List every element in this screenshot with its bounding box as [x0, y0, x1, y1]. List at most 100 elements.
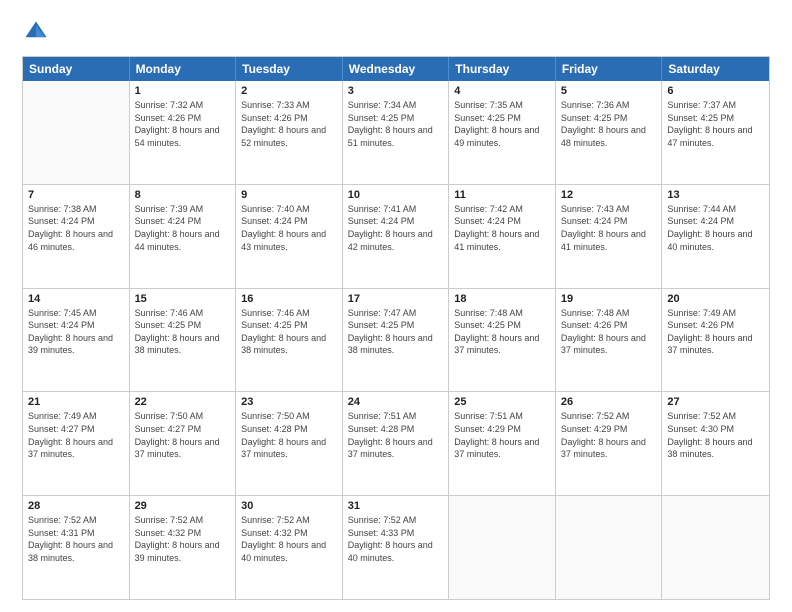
day-number: 13: [667, 189, 764, 201]
header-day-tuesday: Tuesday: [236, 57, 343, 81]
day-info: Sunrise: 7:47 AMSunset: 4:25 PMDaylight:…: [348, 307, 444, 357]
day-info: Sunrise: 7:39 AMSunset: 4:24 PMDaylight:…: [135, 203, 231, 253]
day-cell-18: 18 Sunrise: 7:48 AMSunset: 4:25 PMDayligh…: [449, 289, 556, 392]
day-cell-5: 5 Sunrise: 7:36 AMSunset: 4:25 PMDaylight…: [556, 81, 663, 184]
day-number: 29: [135, 500, 231, 512]
day-cell-21: 21Sunrise: 7:49 AMSunset: 4:27 PMDayligh…: [23, 392, 130, 495]
calendar-row-0: 1Sunrise: 7:32 AMSunset: 4:26 PMDaylight…: [23, 81, 769, 184]
day-info: Sunrise: 7:37 AMSunset: 4:25 PMDaylight:…: [667, 99, 764, 149]
day-number: 12: [561, 189, 657, 201]
calendar-row-2: 14Sunrise: 7:45 AMSunset: 4:24 PMDayligh…: [23, 288, 769, 392]
logo: [22, 18, 54, 46]
day-info: Sunrise: 7:52 AMSunset: 4:31 PMDaylight:…: [28, 514, 124, 564]
day-number: 4: [454, 85, 550, 97]
calendar-row-1: 7Sunrise: 7:38 AMSunset: 4:24 PMDaylight…: [23, 184, 769, 288]
day-number: 5: [561, 85, 657, 97]
day-number: 11: [454, 189, 550, 201]
day-info: Sunrise: 7:51 AMSunset: 4:28 PMDaylight:…: [348, 410, 444, 460]
day-number: 21: [28, 396, 124, 408]
day-info: Sunrise: 7:49 AMSunset: 4:26 PMDaylight:…: [667, 307, 764, 357]
day-number: 24: [348, 396, 444, 408]
day-info: Sunrise: 7:48 AMSunset: 4:26 PMDaylight:…: [561, 307, 657, 357]
day-cell-20: 20 Sunrise: 7:49 AMSunset: 4:26 PMDayligh…: [662, 289, 769, 392]
empty-cell: [449, 496, 556, 599]
day-cell-1: 1Sunrise: 7:32 AMSunset: 4:26 PMDaylight…: [130, 81, 237, 184]
calendar: SundayMondayTuesdayWednesdayThursdayFrid…: [22, 56, 770, 600]
empty-cell: [23, 81, 130, 184]
day-number: 15: [135, 293, 231, 305]
day-cell-3: 3Sunrise: 7:34 AMSunset: 4:25 PMDaylight…: [343, 81, 450, 184]
calendar-row-4: 28 Sunrise: 7:52 AMSunset: 4:31 PMDayligh…: [23, 495, 769, 599]
day-number: 19: [561, 293, 657, 305]
day-info: Sunrise: 7:52 AMSunset: 4:33 PMDaylight:…: [348, 514, 444, 564]
day-info: Sunrise: 7:43 AMSunset: 4:24 PMDaylight:…: [561, 203, 657, 253]
day-number: 10: [348, 189, 444, 201]
day-cell-13: 13Sunrise: 7:44 AMSunset: 4:24 PMDayligh…: [662, 185, 769, 288]
day-cell-4: 4 Sunrise: 7:35 AMSunset: 4:25 PMDaylight…: [449, 81, 556, 184]
day-info: Sunrise: 7:36 AMSunset: 4:25 PMDaylight:…: [561, 99, 657, 149]
calendar-body: 1Sunrise: 7:32 AMSunset: 4:26 PMDaylight…: [23, 81, 769, 599]
day-number: 22: [135, 396, 231, 408]
day-number: 28: [28, 500, 124, 512]
day-cell-15: 15 Sunrise: 7:46 AMSunset: 4:25 PMDayligh…: [130, 289, 237, 392]
day-number: 2: [241, 85, 337, 97]
day-number: 20: [667, 293, 764, 305]
day-info: Sunrise: 7:41 AMSunset: 4:24 PMDaylight:…: [348, 203, 444, 253]
day-number: 25: [454, 396, 550, 408]
day-number: 9: [241, 189, 337, 201]
day-cell-10: 10 Sunrise: 7:41 AMSunset: 4:24 PMDayligh…: [343, 185, 450, 288]
day-cell-24: 24 Sunrise: 7:51 AMSunset: 4:28 PMDayligh…: [343, 392, 450, 495]
day-cell-9: 9Sunrise: 7:40 AMSunset: 4:24 PMDaylight…: [236, 185, 343, 288]
day-number: 16: [241, 293, 337, 305]
logo-icon: [22, 18, 50, 46]
day-number: 26: [561, 396, 657, 408]
day-cell-22: 22Sunrise: 7:50 AMSunset: 4:27 PMDayligh…: [130, 392, 237, 495]
day-info: Sunrise: 7:52 AMSunset: 4:32 PMDaylight:…: [241, 514, 337, 564]
day-number: 18: [454, 293, 550, 305]
day-cell-25: 25 Sunrise: 7:51 AMSunset: 4:29 PMDayligh…: [449, 392, 556, 495]
day-info: Sunrise: 7:33 AMSunset: 4:26 PMDaylight:…: [241, 99, 337, 149]
calendar-header: SundayMondayTuesdayWednesdayThursdayFrid…: [23, 57, 769, 81]
day-cell-23: 23 Sunrise: 7:50 AMSunset: 4:28 PMDayligh…: [236, 392, 343, 495]
header-day-sunday: Sunday: [23, 57, 130, 81]
day-number: 17: [348, 293, 444, 305]
day-cell-31: 31Sunrise: 7:52 AMSunset: 4:33 PMDayligh…: [343, 496, 450, 599]
day-cell-27: 27 Sunrise: 7:52 AMSunset: 4:30 PMDayligh…: [662, 392, 769, 495]
day-number: 8: [135, 189, 231, 201]
day-info: Sunrise: 7:46 AMSunset: 4:25 PMDaylight:…: [135, 307, 231, 357]
day-cell-26: 26 Sunrise: 7:52 AMSunset: 4:29 PMDayligh…: [556, 392, 663, 495]
day-cell-29: 29 Sunrise: 7:52 AMSunset: 4:32 PMDayligh…: [130, 496, 237, 599]
day-info: Sunrise: 7:38 AMSunset: 4:24 PMDaylight:…: [28, 203, 124, 253]
day-info: Sunrise: 7:35 AMSunset: 4:25 PMDaylight:…: [454, 99, 550, 149]
day-info: Sunrise: 7:52 AMSunset: 4:32 PMDaylight:…: [135, 514, 231, 564]
day-info: Sunrise: 7:42 AMSunset: 4:24 PMDaylight:…: [454, 203, 550, 253]
day-number: 27: [667, 396, 764, 408]
day-cell-30: 30 Sunrise: 7:52 AMSunset: 4:32 PMDayligh…: [236, 496, 343, 599]
day-number: 14: [28, 293, 124, 305]
header-day-thursday: Thursday: [449, 57, 556, 81]
day-info: Sunrise: 7:32 AMSunset: 4:26 PMDaylight:…: [135, 99, 231, 149]
day-number: 23: [241, 396, 337, 408]
day-info: Sunrise: 7:52 AMSunset: 4:30 PMDaylight:…: [667, 410, 764, 460]
day-number: 30: [241, 500, 337, 512]
day-info: Sunrise: 7:46 AMSunset: 4:25 PMDaylight:…: [241, 307, 337, 357]
header-day-wednesday: Wednesday: [343, 57, 450, 81]
day-cell-17: 17 Sunrise: 7:47 AMSunset: 4:25 PMDayligh…: [343, 289, 450, 392]
empty-cell: [662, 496, 769, 599]
day-number: 3: [348, 85, 444, 97]
header: [22, 18, 770, 46]
day-cell-12: 12 Sunrise: 7:43 AMSunset: 4:24 PMDayligh…: [556, 185, 663, 288]
page: SundayMondayTuesdayWednesdayThursdayFrid…: [0, 0, 792, 612]
day-info: Sunrise: 7:48 AMSunset: 4:25 PMDaylight:…: [454, 307, 550, 357]
day-cell-8: 8 Sunrise: 7:39 AMSunset: 4:24 PMDaylight…: [130, 185, 237, 288]
day-info: Sunrise: 7:51 AMSunset: 4:29 PMDaylight:…: [454, 410, 550, 460]
day-cell-6: 6Sunrise: 7:37 AMSunset: 4:25 PMDaylight…: [662, 81, 769, 184]
calendar-row-3: 21Sunrise: 7:49 AMSunset: 4:27 PMDayligh…: [23, 391, 769, 495]
day-info: Sunrise: 7:52 AMSunset: 4:29 PMDaylight:…: [561, 410, 657, 460]
day-info: Sunrise: 7:50 AMSunset: 4:28 PMDaylight:…: [241, 410, 337, 460]
day-cell-2: 2 Sunrise: 7:33 AMSunset: 4:26 PMDaylight…: [236, 81, 343, 184]
day-cell-28: 28 Sunrise: 7:52 AMSunset: 4:31 PMDayligh…: [23, 496, 130, 599]
day-cell-7: 7Sunrise: 7:38 AMSunset: 4:24 PMDaylight…: [23, 185, 130, 288]
day-cell-19: 19 Sunrise: 7:48 AMSunset: 4:26 PMDayligh…: [556, 289, 663, 392]
day-cell-14: 14Sunrise: 7:45 AMSunset: 4:24 PMDayligh…: [23, 289, 130, 392]
